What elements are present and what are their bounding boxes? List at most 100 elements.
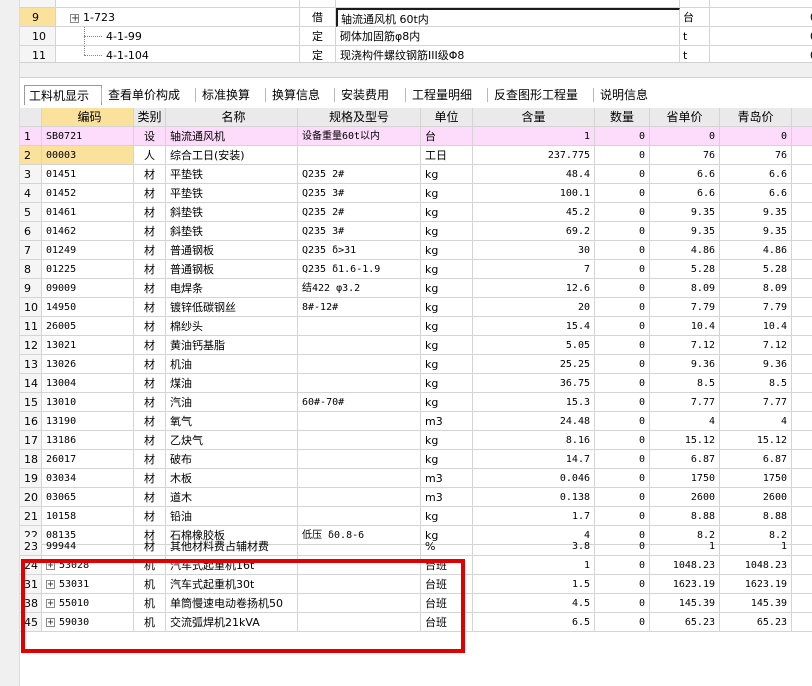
row-spec[interactable] [298, 374, 421, 393]
expand-icon[interactable]: + [46, 579, 55, 589]
row-city-price[interactable] [792, 556, 812, 575]
row-index[interactable]: 2 [20, 146, 42, 165]
row-index[interactable]: 18 [20, 450, 42, 469]
row-quantity[interactable]: 8.16 [473, 431, 595, 450]
row-amount[interactable]: 0 [595, 165, 650, 184]
row-name[interactable]: 电焊条 [166, 279, 298, 298]
row-city-price[interactable] [792, 537, 812, 556]
row-unit[interactable]: 台 [421, 127, 473, 146]
row-qingdao-price[interactable]: 8.5 [720, 374, 792, 393]
row-category[interactable]: 材 [134, 317, 166, 336]
row-qingdao-price[interactable]: 1750 [720, 469, 792, 488]
row-spec[interactable]: 设备重量60t以内 [298, 127, 421, 146]
row-code[interactable]: 03065 [42, 488, 134, 507]
row-quantity[interactable]: 69.2 [473, 222, 595, 241]
row-unit[interactable]: 台班 [421, 556, 473, 575]
row-code[interactable]: 09009 [42, 279, 134, 298]
table-row[interactable]: 24 +53028 机汽车式起重机16t 台班 1 0 1048.23 1048.23 [20, 556, 812, 575]
table-row[interactable]: 1 SB0721 设轴流通风机 设备重量60t以内台 1 0 0 0 [20, 127, 812, 146]
tab-7[interactable]: 说明信息 [596, 85, 660, 105]
tab-0[interactable]: 工料机显示 [24, 85, 102, 105]
row-qingdao-price[interactable]: 7.79 [720, 298, 792, 317]
row-quantity[interactable]: 15.4 [473, 317, 595, 336]
row-provincial-price[interactable]: 7.12 [650, 336, 720, 355]
row-quantity[interactable]: 14.7 [473, 450, 595, 469]
table-row[interactable]: 12 13021 材黄油钙基脂 kg 5.05 0 7.12 7.12 [20, 336, 812, 355]
row-amount[interactable]: 0 [595, 279, 650, 298]
table-row[interactable]: 20 03065 材道木 m3 0.138 0 2600 2600 [20, 488, 812, 507]
row-name[interactable]: 道木 [166, 488, 298, 507]
col-header-spec[interactable]: 规格及型号 [298, 108, 421, 127]
tab-1[interactable]: 查看单价构成 [104, 85, 192, 105]
col-header-amount[interactable]: 数量 [595, 108, 650, 127]
row-category[interactable]: 机 [134, 556, 166, 575]
upper-row-unit[interactable]: t [680, 27, 710, 46]
row-amount[interactable]: 0 [595, 241, 650, 260]
row-amount[interactable]: 0 [595, 488, 650, 507]
row-amount[interactable]: 0 [595, 431, 650, 450]
row-index[interactable]: 16 [20, 412, 42, 431]
table-row[interactable]: 45 +59030 机交流弧焊机21kVA 台班 6.5 0 65.23 65.23 [20, 613, 812, 632]
row-name[interactable]: 普通钢板 [166, 241, 298, 260]
row-unit[interactable]: kg [421, 203, 473, 222]
row-provincial-price[interactable]: 6.87 [650, 450, 720, 469]
tab-2[interactable]: 标准换算 [198, 85, 262, 105]
row-name[interactable]: 斜垫铁 [166, 203, 298, 222]
table-row[interactable]: 38 +55010 机单筒慢速电动卷扬机50 台班 4.5 0 145.39 145.39 [20, 594, 812, 613]
row-provincial-price[interactable]: 0 [650, 127, 720, 146]
upper-row[interactable]: 10 4-1-99 定砌体加固筋φ8内t0 [20, 27, 812, 46]
row-spec[interactable] [298, 355, 421, 374]
table-row[interactable]: 7 01249 材普通钢板 Q235 δ>31 kg 30 0 4.86 4.86 [20, 241, 812, 260]
row-spec[interactable] [298, 537, 421, 556]
row-unit[interactable]: kg [421, 431, 473, 450]
row-spec[interactable] [298, 431, 421, 450]
col-header-city[interactable]: 市 [792, 108, 812, 127]
row-provincial-price[interactable]: 1048.23 [650, 556, 720, 575]
row-unit[interactable]: kg [421, 393, 473, 412]
row-city-price[interactable] [792, 222, 812, 241]
row-city-price[interactable] [792, 184, 812, 203]
row-city-price[interactable] [792, 127, 812, 146]
row-code[interactable]: 01225 [42, 260, 134, 279]
row-quantity[interactable]: 15.3 [473, 393, 595, 412]
row-city-price[interactable] [792, 431, 812, 450]
row-city-price[interactable] [792, 374, 812, 393]
row-code[interactable]: 13190 [42, 412, 134, 431]
row-city-price[interactable] [792, 279, 812, 298]
row-city-price[interactable] [792, 146, 812, 165]
row-code[interactable]: +55010 [42, 594, 134, 613]
row-unit[interactable]: kg [421, 241, 473, 260]
row-spec[interactable]: Q235 δ>31 [298, 241, 421, 260]
col-header-code[interactable]: 编码 [42, 108, 134, 127]
row-spec[interactable]: 结422 φ3.2 [298, 279, 421, 298]
row-code[interactable]: 99944 [42, 537, 134, 556]
row-category[interactable]: 材 [134, 222, 166, 241]
row-provincial-price[interactable]: 8.5 [650, 374, 720, 393]
splitter[interactable] [20, 62, 812, 78]
expand-icon[interactable]: + [46, 560, 55, 570]
row-qingdao-price[interactable]: 1623.19 [720, 575, 792, 594]
row-spec[interactable]: Q235 2# [298, 203, 421, 222]
row-name[interactable]: 汽车式起重机16t [166, 556, 298, 575]
row-code[interactable]: 14950 [42, 298, 134, 317]
row-spec[interactable] [298, 594, 421, 613]
row-category[interactable]: 材 [134, 412, 166, 431]
row-quantity[interactable]: 100.1 [473, 184, 595, 203]
table-row[interactable]: 4 01452 材平垫铁 Q235 3# kg 100.1 0 6.6 6.6 [20, 184, 812, 203]
row-provincial-price[interactable]: 4 [650, 412, 720, 431]
row-name[interactable]: 破布 [166, 450, 298, 469]
row-index[interactable]: 38 [20, 594, 42, 613]
row-code[interactable]: 01451 [42, 165, 134, 184]
row-qingdao-price[interactable]: 9.35 [720, 203, 792, 222]
row-amount[interactable]: 0 [595, 450, 650, 469]
row-unit[interactable]: kg [421, 165, 473, 184]
upper-row-index[interactable]: 9 [20, 8, 56, 27]
row-spec[interactable]: Q235 3# [298, 222, 421, 241]
row-qingdao-price[interactable]: 6.87 [720, 450, 792, 469]
row-code[interactable]: 13010 [42, 393, 134, 412]
row-name[interactable]: 交流弧焊机21kVA [166, 613, 298, 632]
row-quantity[interactable]: 48.4 [473, 165, 595, 184]
row-category[interactable]: 材 [134, 241, 166, 260]
row-city-price[interactable] [792, 298, 812, 317]
tab-3[interactable]: 换算信息 [268, 85, 332, 105]
